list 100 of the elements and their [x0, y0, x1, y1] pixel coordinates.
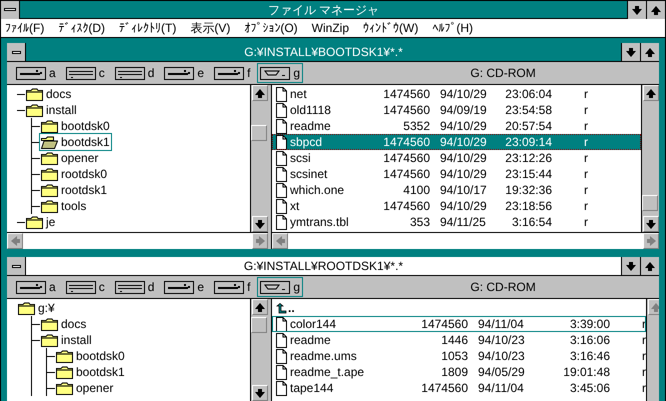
vertical-scrollbar[interactable] [250, 299, 268, 401]
menu-item[interactable]: 表示(V) [190, 19, 230, 37]
app-title: ファイル マネージャ [266, 2, 380, 18]
drive-button[interactable]: g [257, 277, 304, 297]
drive-icon [16, 280, 46, 294]
file-row[interactable]: scsi 1474560 94/10/29 23:12:26 r [272, 150, 641, 166]
drive-button[interactable]: f [211, 63, 254, 83]
drive-button[interactable]: f [211, 277, 254, 297]
folder-item[interactable]: bootdsk0 [40, 118, 111, 134]
menu-item[interactable]: ﾌｧｲﾙ(F) [5, 19, 44, 37]
folder-item[interactable]: install [40, 332, 93, 348]
maximize-button[interactable] [640, 257, 659, 275]
system-menu-button[interactable] [1, 1, 20, 18]
file-row[interactable]: net 1474560 94/10/29 23:06:04 r [272, 86, 641, 102]
folder-item[interactable]: install [25, 102, 78, 118]
file-row[interactable]: sbpcd 1474560 94/10/29 23:09:14 r [272, 134, 641, 150]
scroll-up-button[interactable] [252, 85, 268, 101]
up-arrow-icon [650, 301, 659, 313]
drive-button[interactable]: d [112, 63, 158, 83]
scroll-left-button[interactable] [7, 233, 23, 249]
file-row[interactable]: xt 1474560 94/10/29 23:18:56 r [272, 198, 641, 214]
minimize-button[interactable] [621, 43, 640, 61]
scroll-right-button[interactable] [252, 233, 268, 249]
scroll-thumb[interactable] [251, 317, 267, 333]
menu-item[interactable]: ｳｨﾝﾄﾞｳ(W) [363, 19, 418, 37]
file-row[interactable]: ymtrans.tbl 353 94/11/25 3:16:54 r [272, 214, 641, 230]
menu-item[interactable]: WinZip [312, 19, 349, 37]
file-name: readme [290, 334, 332, 346]
folder-item[interactable]: docs [40, 316, 88, 332]
maximize-button[interactable] [646, 1, 665, 18]
file-row[interactable]: .. [272, 300, 646, 316]
file-row[interactable]: which.one 4100 94/10/17 19:32:36 r [272, 182, 641, 198]
document-icon [276, 166, 287, 182]
file-time: 23:54:58 [504, 104, 552, 116]
down-arrow-icon [625, 46, 637, 58]
file-attributes: r [584, 152, 588, 164]
file-attributes: r [584, 216, 588, 228]
scroll-down-button[interactable] [252, 216, 268, 232]
drive-button[interactable]: a [13, 63, 59, 83]
folder-item[interactable]: bootdsk0 [55, 348, 126, 364]
scroll-up-button[interactable] [252, 299, 268, 315]
file-row[interactable]: tape144 1474560 94/11/04 3:45:06 r [272, 380, 646, 396]
drive-button[interactable]: e [161, 63, 208, 83]
up-arrow-icon [254, 87, 266, 99]
menu-item[interactable]: ﾃﾞｨﾚｸﾄﾘ(T) [119, 19, 176, 37]
drive-button[interactable]: d [112, 277, 158, 297]
file-time: 23:09:14 [504, 136, 552, 148]
folder-item[interactable]: bootdsk1 [40, 134, 111, 150]
file-row[interactable]: scsinet 1474560 94/10/29 23:15:44 r [272, 166, 641, 182]
drive-button[interactable]: c [62, 63, 108, 83]
file-date: 94/10/23 [478, 350, 526, 362]
file-name: ymtrans.tbl [290, 216, 350, 228]
file-row[interactable]: readme_t.ape 1809 94/05/29 19:01:48 r [272, 364, 646, 380]
folder-item[interactable]: je [25, 214, 56, 230]
drive-button[interactable]: c [62, 277, 108, 297]
scroll-up-button[interactable] [642, 85, 658, 101]
file-date: 94/11/04 [478, 318, 525, 330]
vertical-scrollbar[interactable] [646, 299, 659, 401]
vertical-scrollbar[interactable] [250, 85, 268, 232]
file-row[interactable]: old1118 1474560 94/09/19 23:54:58 r [272, 102, 641, 118]
folder-item[interactable]: rootdsk0 [40, 166, 108, 182]
file-date: 94/10/29 [440, 120, 488, 132]
file-size: 1474560 [382, 104, 430, 116]
minimize-button[interactable] [621, 257, 640, 275]
scroll-thumb[interactable] [251, 125, 267, 141]
scroll-down-button[interactable] [642, 216, 658, 232]
scroll-right-button[interactable] [643, 233, 659, 249]
horizontal-scrollbar[interactable] [272, 232, 659, 249]
menu-item[interactable]: ｵﾌﾟｼｮﾝ(O) [244, 19, 298, 37]
file-row[interactable]: readme.ums 1053 94/10/23 3:16:46 r [272, 348, 646, 364]
file-row[interactable]: readme 1446 94/10/23 3:16:06 r [272, 332, 646, 348]
right-arrow-icon [254, 235, 266, 247]
minimize-button[interactable] [627, 1, 646, 18]
folder-item[interactable]: opener [55, 380, 114, 396]
folder-item[interactable]: g:¥ [17, 300, 56, 316]
folder-item[interactable]: tools [40, 198, 88, 214]
system-menu-button[interactable] [7, 257, 26, 275]
file-date: 94/11/04 [478, 382, 525, 394]
maximize-button[interactable] [640, 43, 659, 61]
drive-button[interactable]: e [161, 277, 208, 297]
horizontal-scrollbar[interactable] [7, 232, 268, 249]
system-menu-button[interactable] [7, 43, 26, 61]
menu-item[interactable]: ﾍﾙﾌﾟ(H) [432, 19, 473, 37]
menu-item[interactable]: ﾃﾞｨｽｸ(D) [58, 19, 105, 37]
file-row[interactable]: readme 5352 94/10/29 20:57:54 r [272, 118, 641, 134]
hard-drive-icon [114, 280, 145, 294]
drive-button[interactable]: g [257, 63, 304, 83]
drive-icon [214, 280, 244, 294]
folder-item[interactable]: docs [25, 86, 72, 102]
folder-item[interactable]: rootdsk1 [40, 182, 108, 198]
drive-button[interactable]: a [13, 277, 59, 297]
file-name: scsinet [290, 168, 328, 180]
parent-folder-label: .. [288, 302, 295, 314]
file-date: 94/10/29 [440, 168, 488, 180]
folder-item[interactable]: bootdsk1 [55, 364, 126, 380]
scroll-left-button[interactable] [272, 233, 288, 249]
folder-item[interactable]: opener [40, 150, 100, 166]
scroll-thumb[interactable] [642, 195, 658, 211]
vertical-scrollbar[interactable] [641, 85, 659, 232]
scroll-down-button[interactable] [252, 385, 268, 401]
